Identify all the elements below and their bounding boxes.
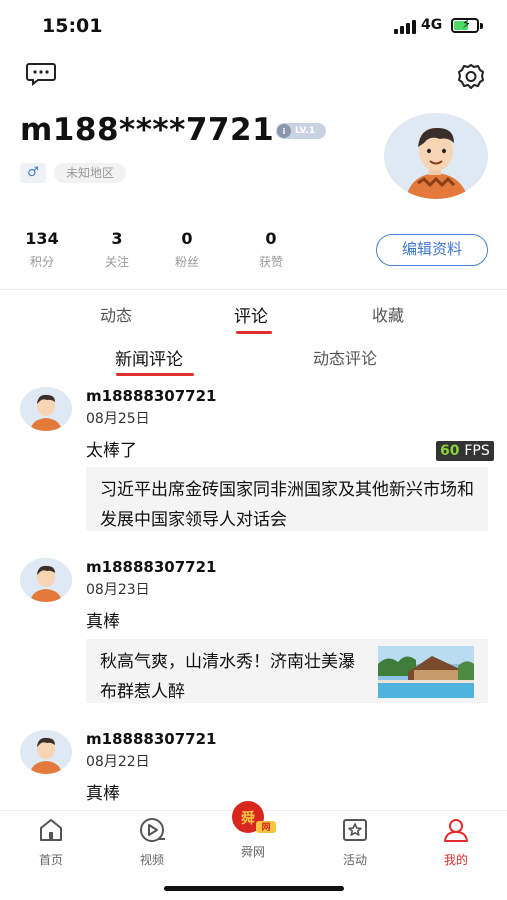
username: m188****7721	[20, 112, 275, 148]
comment-text: 真棒	[86, 612, 120, 632]
tabbar-home[interactable]: 首页	[21, 817, 81, 868]
stat-points[interactable]: 134 积分	[20, 229, 64, 270]
level-text: LV.1	[295, 126, 315, 136]
comment-text: 太棒了	[86, 441, 137, 461]
divider	[0, 289, 507, 290]
avatar[interactable]	[20, 730, 72, 774]
home-icon	[40, 819, 62, 841]
tab-active-indicator	[236, 331, 272, 334]
brand-logo-icon: 舜 网	[232, 801, 276, 833]
message-icon[interactable]	[26, 62, 56, 87]
stat-following[interactable]: 3 关注	[95, 229, 139, 270]
avatar[interactable]	[20, 387, 72, 431]
edit-profile-button[interactable]: 编辑资料	[376, 234, 488, 266]
stat-likes[interactable]: 0 获赞	[249, 229, 293, 270]
battery-tip	[480, 23, 483, 29]
level-badge: i LV.1	[276, 123, 326, 139]
stat-followers[interactable]: 0 粉丝	[165, 229, 209, 270]
home-indicator	[164, 886, 344, 891]
comment-date: 08月25日	[86, 411, 150, 427]
signal-icon	[394, 20, 416, 34]
comment-username[interactable]: m18888307721	[86, 387, 216, 405]
svg-text:网: 网	[261, 822, 270, 833]
comment-date: 08月23日	[86, 582, 150, 598]
news-card[interactable]: 习近平出席金砖国家同非洲国家及其他新兴市场和发展中国家领导人对话会	[86, 467, 488, 531]
news-thumbnail	[378, 646, 474, 698]
tab-comments[interactable]: 评论	[234, 302, 268, 327]
tabbar-activity[interactable]: 活动	[325, 817, 385, 868]
tab-favorites[interactable]: 收藏	[372, 302, 404, 326]
tabbar-mine[interactable]: 我的	[426, 817, 486, 868]
region-tag: 未知地区	[54, 163, 127, 183]
subtab-active-indicator	[116, 373, 194, 376]
star-flag-icon	[343, 819, 367, 841]
news-card[interactable]: 秋高气爽，山清水秀！济南壮美瀑布群惹人醉	[86, 639, 488, 703]
profile-icon	[444, 819, 468, 842]
comment-username[interactable]: m18888307721	[86, 730, 216, 748]
comment-username[interactable]: m18888307721	[86, 558, 216, 576]
network-type: 4G	[421, 17, 443, 33]
status-bar: 15:01 4G ⚡	[0, 0, 507, 52]
comment-date: 08月22日	[86, 754, 150, 770]
battery-icon: ⚡	[451, 17, 479, 33]
gender-male-icon: ♂	[20, 163, 46, 183]
news-title: 秋高气爽，山清水秀！济南壮美瀑布群惹人醉	[100, 652, 355, 702]
tabbar-brand[interactable]: 舜 网 舜网	[223, 799, 283, 860]
status-time: 15:01	[42, 15, 103, 37]
video-icon	[140, 818, 165, 842]
news-title: 习近平出席金砖国家同非洲国家及其他新兴市场和发展中国家领导人对话会	[100, 480, 474, 530]
comment-text: 真棒	[86, 784, 120, 804]
tabbar-video[interactable]: 视频	[122, 817, 182, 868]
avatar[interactable]	[20, 558, 72, 602]
svg-text:舜: 舜	[241, 810, 255, 827]
subtab-news-comments[interactable]: 新闻评论	[115, 345, 183, 370]
fps-overlay: 60 FPS	[436, 441, 494, 461]
settings-gear-icon[interactable]	[456, 62, 486, 92]
level-icon: i	[277, 124, 291, 138]
subtab-post-comments[interactable]: 动态评论	[313, 345, 377, 369]
avatar[interactable]	[384, 113, 488, 199]
tab-posts[interactable]: 动态	[100, 302, 132, 326]
